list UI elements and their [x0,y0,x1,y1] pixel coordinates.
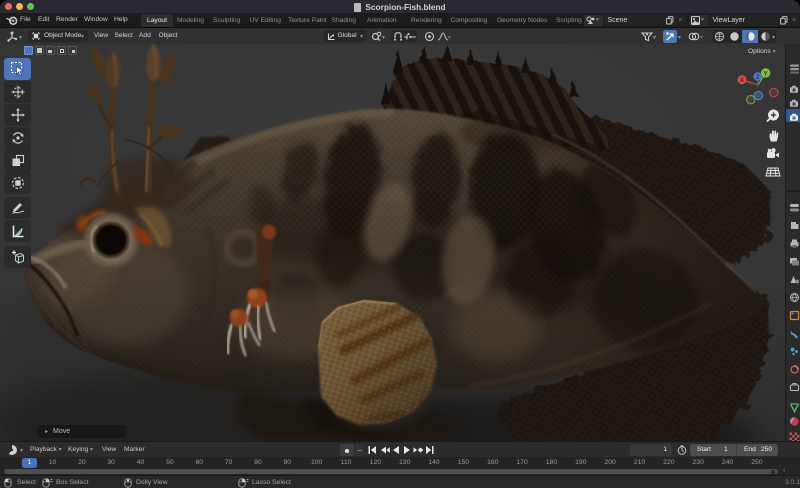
svg-text:Y: Y [763,70,768,77]
svg-text:Z: Z [756,74,760,81]
svg-text:X: X [740,77,745,84]
